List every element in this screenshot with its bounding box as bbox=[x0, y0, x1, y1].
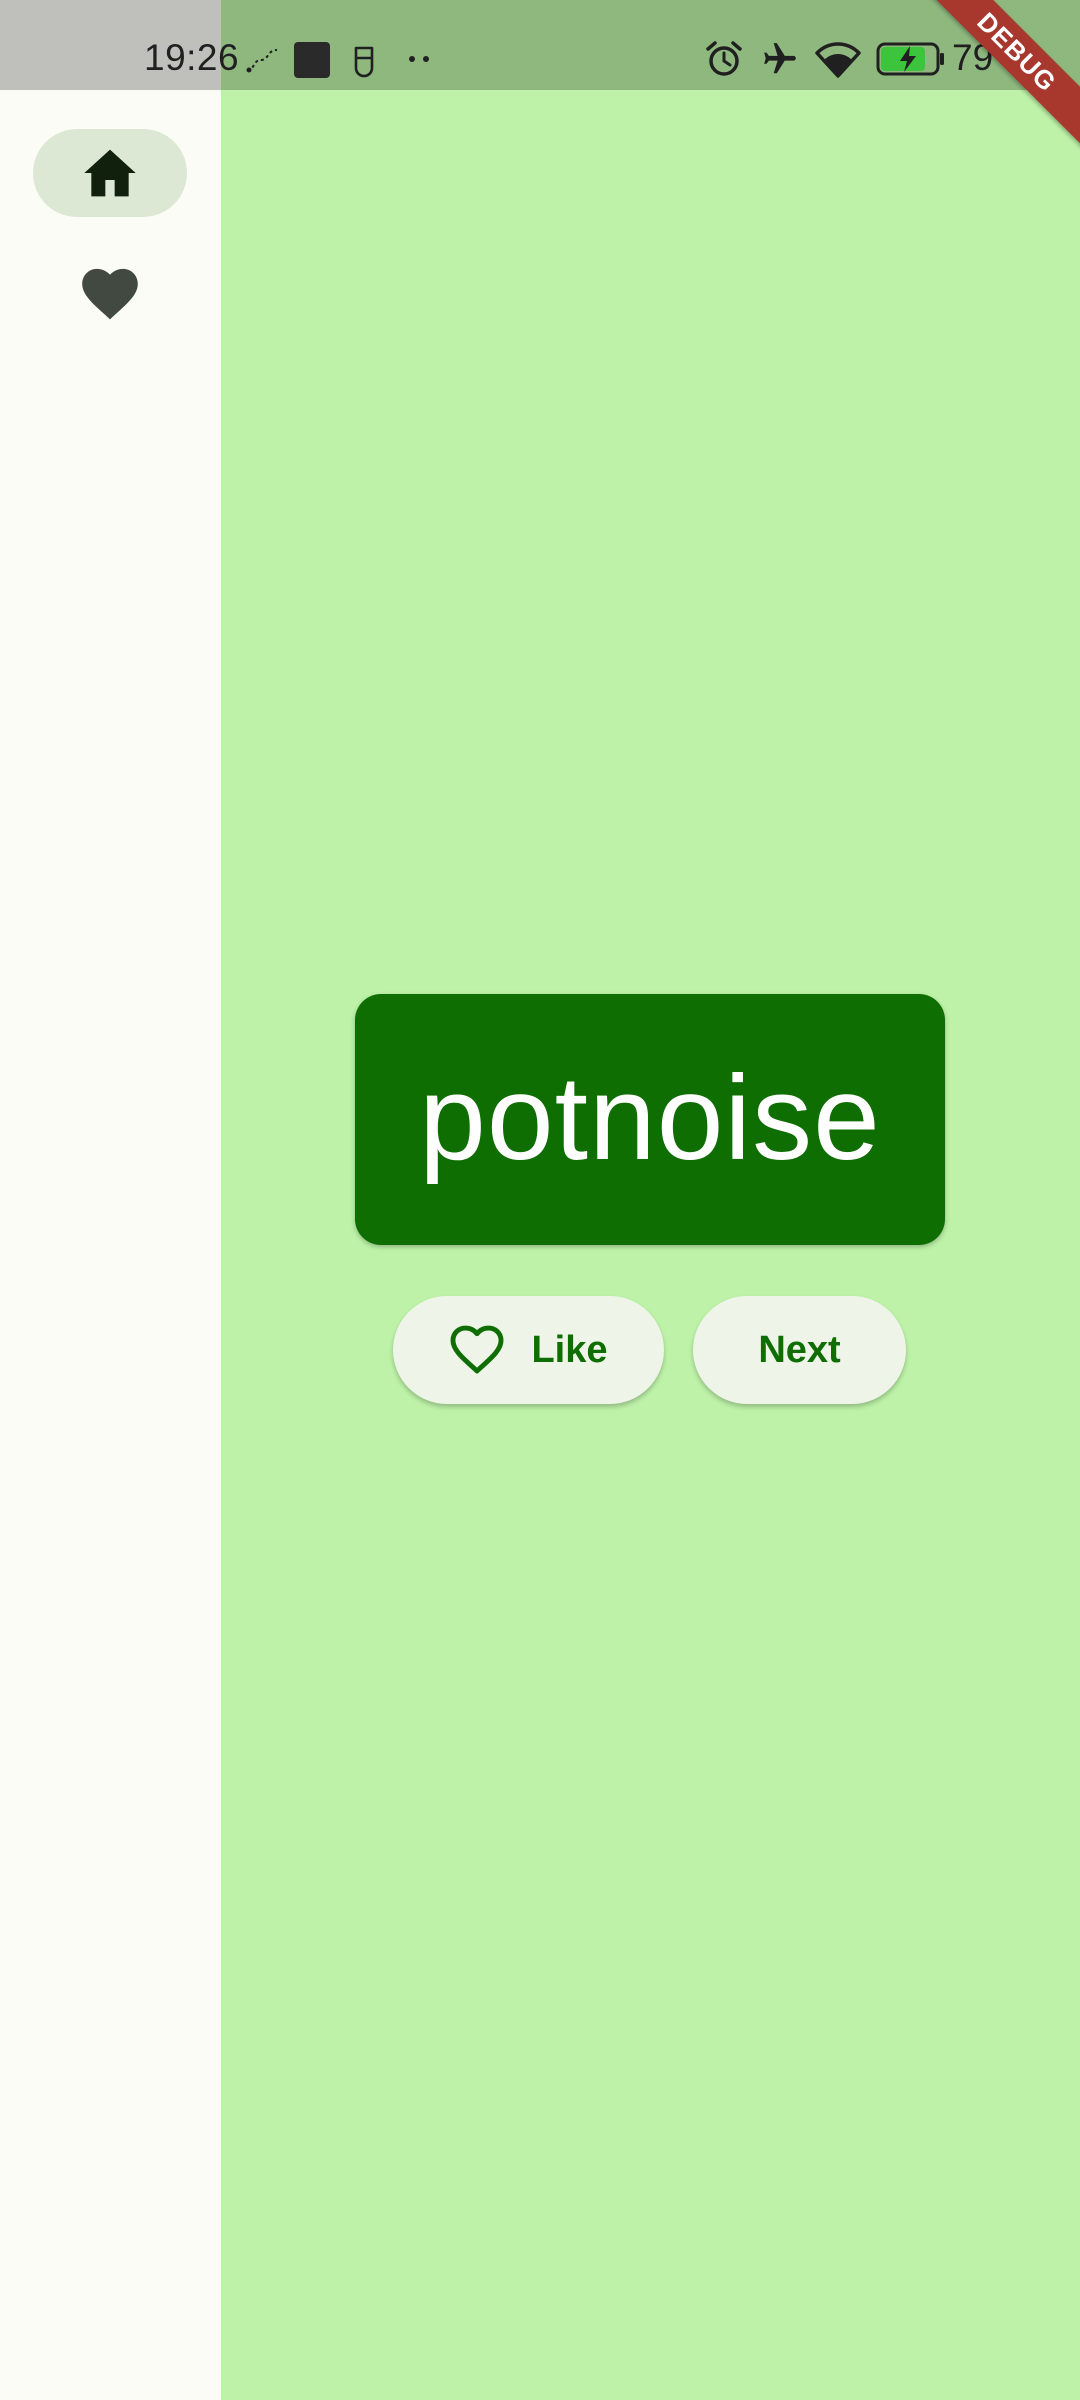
heart-outline-icon bbox=[450, 1325, 504, 1374]
airplane-mode-icon bbox=[764, 43, 796, 74]
next-button-label: Next bbox=[758, 1328, 841, 1371]
next-button[interactable]: Next bbox=[693, 1296, 906, 1404]
heart-icon bbox=[82, 268, 138, 320]
status-time: 19:26 bbox=[144, 37, 240, 78]
app-thumbnail-icon bbox=[294, 42, 330, 78]
wifi-icon bbox=[815, 42, 861, 78]
app-screen: potnoise Like Next 19:26 79 DEBUG bbox=[0, 0, 1080, 2400]
word-pair-card: potnoise bbox=[355, 994, 945, 1245]
more-dots-icon bbox=[409, 56, 429, 62]
like-button-label: Like bbox=[531, 1328, 608, 1371]
like-button[interactable]: Like bbox=[393, 1296, 664, 1404]
hand-icon bbox=[354, 46, 374, 78]
home-icon bbox=[84, 149, 136, 197]
battery-charging-icon bbox=[876, 42, 944, 76]
navigation-rail bbox=[0, 0, 221, 2400]
route-icon bbox=[246, 49, 278, 73]
alarm-icon bbox=[706, 41, 742, 76]
status-bar: 19:26 79 bbox=[0, 0, 1080, 90]
word-pair-text: potnoise bbox=[419, 1050, 881, 1185]
nav-item-favorites[interactable] bbox=[33, 250, 187, 338]
nav-item-home[interactable] bbox=[33, 129, 187, 217]
